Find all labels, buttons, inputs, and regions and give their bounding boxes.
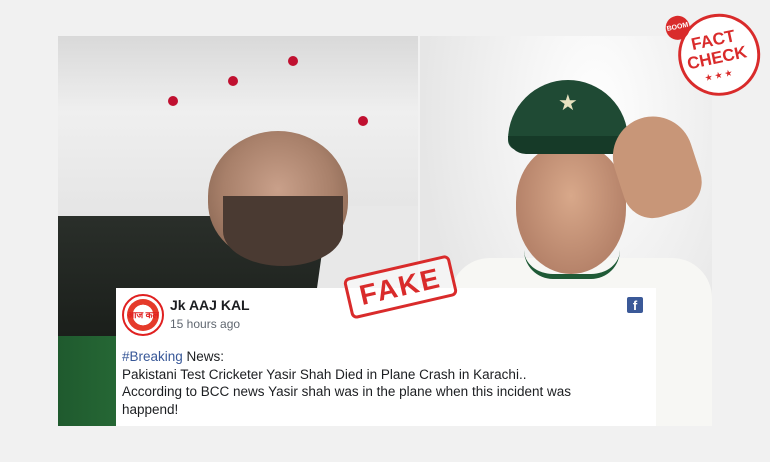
fact-check-graphic: ★ BOOM FACT CHECK ★★★ आज कल Jk AAJ KAL 1…	[0, 0, 770, 462]
post-line: happend!	[122, 401, 179, 417]
fact-check-badge: BOOM FACT CHECK ★★★	[663, 0, 770, 109]
post-body: #Breaking News: Pakistani Test Cricketer…	[122, 348, 642, 418]
facebook-icon: f	[627, 297, 643, 313]
star-icon: ★	[558, 90, 578, 115]
post-timestamp[interactable]: 15 hours ago	[170, 317, 240, 331]
avatar[interactable]: आज कल	[122, 294, 164, 336]
hashtag-link[interactable]: #Breaking	[122, 349, 183, 364]
avatar-logo: आज कल	[127, 299, 159, 331]
page-name[interactable]: Jk AAJ KAL	[170, 297, 250, 313]
post-line: Pakistani Test Cricketer Yasir Shah Died…	[122, 366, 527, 382]
post-line: According to BCC news Yasir shah was in …	[122, 384, 571, 399]
